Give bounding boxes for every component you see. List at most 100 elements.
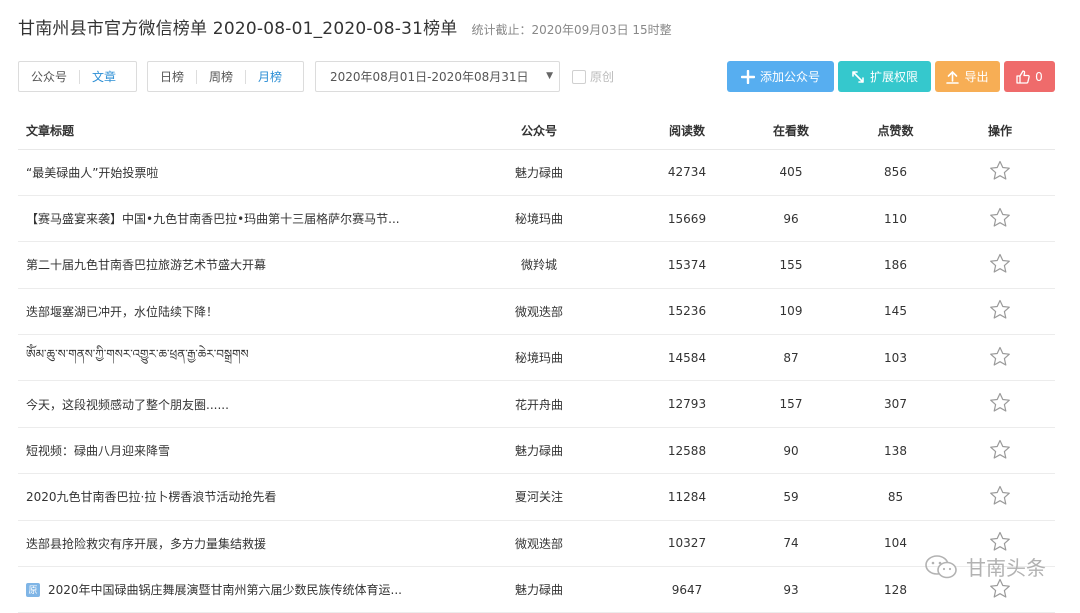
reads-cell: 10327 <box>638 520 736 568</box>
table-row: 迭部堰塞湖已冲开，水位陆续下降！ 微观迭部 15236 109 145 <box>18 288 1055 336</box>
actions-cell <box>945 334 1055 382</box>
original-checkbox[interactable]: 原创 <box>572 68 614 85</box>
type-switch: 公众号 文章 <box>18 61 137 92</box>
star-icon[interactable] <box>989 439 1011 463</box>
star-icon[interactable] <box>989 346 1011 370</box>
reads-cell: 42734 <box>638 149 736 196</box>
star-icon[interactable] <box>989 253 1011 277</box>
article-title[interactable]: 第二十届九色甘南香巴拉旅游艺术节盛大开幕 <box>26 256 266 273</box>
article-title-cell[interactable]: 短视频：碌曲八月迎来降雪 <box>18 427 440 475</box>
article-title[interactable]: 今天，这段视频感动了整个朋友圈...... <box>26 396 229 413</box>
likes-cell: 110 <box>846 195 945 243</box>
article-title-cell[interactable]: “最美碌曲人”开始投票啦 <box>18 149 440 196</box>
wechat-icon <box>925 554 957 578</box>
expand-permission-label: 扩展权限 <box>869 70 918 84</box>
article-title-cell[interactable]: ༀམ་ཆུ་ས་གནས་ཀྱི་གསར་འགྱུར་ཆ་ཕྲན་རྒྱ་ཆེར་… <box>18 334 440 382</box>
article-title-cell[interactable]: 2020九色甘南香巴拉·拉卜楞香浪节活动抢先看 <box>18 473 440 521</box>
star-icon[interactable] <box>989 160 1011 184</box>
expand-arrows-icon <box>851 70 865 84</box>
table-row: 迭部县抢险救灾有序开展，多方力量集结救援 微观迭部 10327 74 104 <box>18 520 1055 568</box>
likes-cell: 145 <box>846 288 945 336</box>
header-likes[interactable]: 点赞数 <box>846 113 945 150</box>
star-icon[interactable] <box>989 299 1011 323</box>
actions-cell <box>945 288 1055 336</box>
thumbs-up-icon <box>1016 69 1030 84</box>
looking-cell: 157 <box>736 380 846 428</box>
article-title-cell[interactable]: 第二十届九色甘南香巴拉旅游艺术节盛大开幕 <box>18 241 440 289</box>
period-option-day[interactable]: 日榜 <box>148 70 196 84</box>
add-account-button[interactable]: 添加公众号 <box>727 61 834 92</box>
article-title[interactable]: 迭部堰塞湖已冲开，水位陆续下降！ <box>26 303 218 320</box>
article-title[interactable]: 2020九色甘南香巴拉·拉卜楞香浪节活动抢先看 <box>26 488 276 505</box>
account-cell[interactable]: 夏河关注 <box>440 473 638 521</box>
likes-cell: 856 <box>846 149 945 196</box>
reads-cell: 14584 <box>638 334 736 382</box>
period-option-month[interactable]: 月榜 <box>245 69 294 84</box>
table-row: 原 2020年中国碌曲锅庄舞展演暨甘南州第六届少数民族传统体育运... 魅力碌曲 96… <box>18 566 1055 613</box>
account-cell[interactable]: 微羚城 <box>440 241 638 289</box>
type-option-account[interactable]: 公众号 <box>19 70 79 84</box>
article-title-cell[interactable]: 今天，这段视频感动了整个朋友圈...... <box>18 380 440 428</box>
checkbox-box <box>572 69 586 84</box>
looking-cell: 59 <box>736 473 846 521</box>
article-title-cell[interactable]: 【赛马盛宴来袭】中国•九色甘南香巴拉•玛曲第十三届格萨尔赛马节... <box>18 195 440 243</box>
table-row: 【赛马盛宴来袭】中国•九色甘南香巴拉•玛曲第十三届格萨尔赛马节... 秘境玛曲 15… <box>18 195 1055 243</box>
article-title-cell[interactable]: 迭部县抢险救灾有序开展，多方力量集结救援 <box>18 520 440 568</box>
export-button[interactable]: 导出 <box>935 61 1000 92</box>
star-icon[interactable] <box>989 392 1011 416</box>
watermark-text: 甘南头条 <box>966 556 1046 580</box>
header-title[interactable]: 文章标题 <box>18 113 440 150</box>
plus-icon <box>740 69 755 84</box>
table-row: 第二十届九色甘南香巴拉旅游艺术节盛大开幕 微羚城 15374 155 186 <box>18 241 1055 289</box>
looking-cell: 90 <box>736 427 846 475</box>
actions-cell <box>945 149 1055 196</box>
period-option-week[interactable]: 周榜 <box>196 69 245 84</box>
account-cell[interactable]: 魅力碌曲 <box>440 427 638 475</box>
article-title[interactable]: 短视频：碌曲八月迎来降雪 <box>26 442 170 459</box>
account-cell[interactable]: 微观迭部 <box>440 520 638 568</box>
looking-cell: 155 <box>736 241 846 289</box>
title-bar: 甘南州县市官方微信榜单 2020-08-01_2020-08-31榜单 统计截止… <box>18 14 672 39</box>
article-title[interactable]: 迭部县抢险救灾有序开展，多方力量集结救援 <box>26 535 266 552</box>
stat-cutoff-note: 统计截止：2020年09月03日 15时整 <box>471 23 672 37</box>
add-account-label: 添加公众号 <box>759 70 820 84</box>
account-cell[interactable]: 秘境玛曲 <box>440 195 638 243</box>
type-option-article[interactable]: 文章 <box>79 69 128 84</box>
article-title-cell[interactable]: 迭部堰塞湖已冲开，水位陆续下降！ <box>18 288 440 336</box>
reads-cell: 11284 <box>638 473 736 521</box>
date-range-select[interactable]: 2020年08月01日-2020年08月31日 ▼ <box>315 61 560 92</box>
account-cell[interactable]: 魅力碌曲 <box>440 149 638 196</box>
like-button[interactable]: 0 <box>1004 61 1055 92</box>
likes-cell: 186 <box>846 241 945 289</box>
looking-cell: 96 <box>736 195 846 243</box>
star-icon[interactable] <box>989 578 1011 602</box>
table-row: 今天，这段视频感动了整个朋友圈...... 花开舟曲 12793 157 307 <box>18 380 1055 428</box>
article-title[interactable]: ༀམ་ཆུ་ས་གནས་ཀྱི་གསར་འགྱུར་ཆ་ཕྲན་རྒྱ་ཆེར་… <box>26 341 249 375</box>
header-account[interactable]: 公众号 <box>440 113 638 150</box>
actions-cell <box>945 195 1055 243</box>
page-title: 甘南州县市官方微信榜单 2020-08-01_2020-08-31榜单 <box>18 19 458 39</box>
star-icon[interactable] <box>989 207 1011 231</box>
header-looking[interactable]: 在看数 <box>736 113 846 150</box>
export-label: 导出 <box>964 70 989 84</box>
account-cell[interactable]: 魅力碌曲 <box>440 566 638 613</box>
article-title-cell[interactable]: 原 2020年中国碌曲锅庄舞展演暨甘南州第六届少数民族传统体育运... <box>18 566 440 613</box>
expand-permission-button[interactable]: 扩展权限 <box>838 61 931 92</box>
article-title[interactable]: 2020年中国碌曲锅庄舞展演暨甘南州第六届少数民族传统体育运... <box>48 581 402 598</box>
reads-cell: 15236 <box>638 288 736 336</box>
article-title[interactable]: 【赛马盛宴来袭】中国•九色甘南香巴拉•玛曲第十三届格萨尔赛马节... <box>26 210 400 227</box>
likes-cell: 138 <box>846 427 945 475</box>
reads-cell: 12588 <box>638 427 736 475</box>
account-cell[interactable]: 花开舟曲 <box>440 380 638 428</box>
account-cell[interactable]: 秘境玛曲 <box>440 334 638 382</box>
table-row: 短视频：碌曲八月迎来降雪 魅力碌曲 12588 90 138 <box>18 427 1055 475</box>
watermark: 甘南头条 <box>924 552 1046 581</box>
account-cell[interactable]: 微观迭部 <box>440 288 638 336</box>
header-reads[interactable]: 阅读数 <box>638 113 736 150</box>
star-icon[interactable] <box>989 485 1011 509</box>
actions-cell <box>945 473 1055 521</box>
article-title[interactable]: “最美碌曲人”开始投票啦 <box>26 164 158 181</box>
actions-cell <box>945 380 1055 428</box>
header-actions: 操作 <box>945 113 1055 150</box>
date-range-value: 2020年08月01日-2020年08月31日 <box>330 70 529 84</box>
